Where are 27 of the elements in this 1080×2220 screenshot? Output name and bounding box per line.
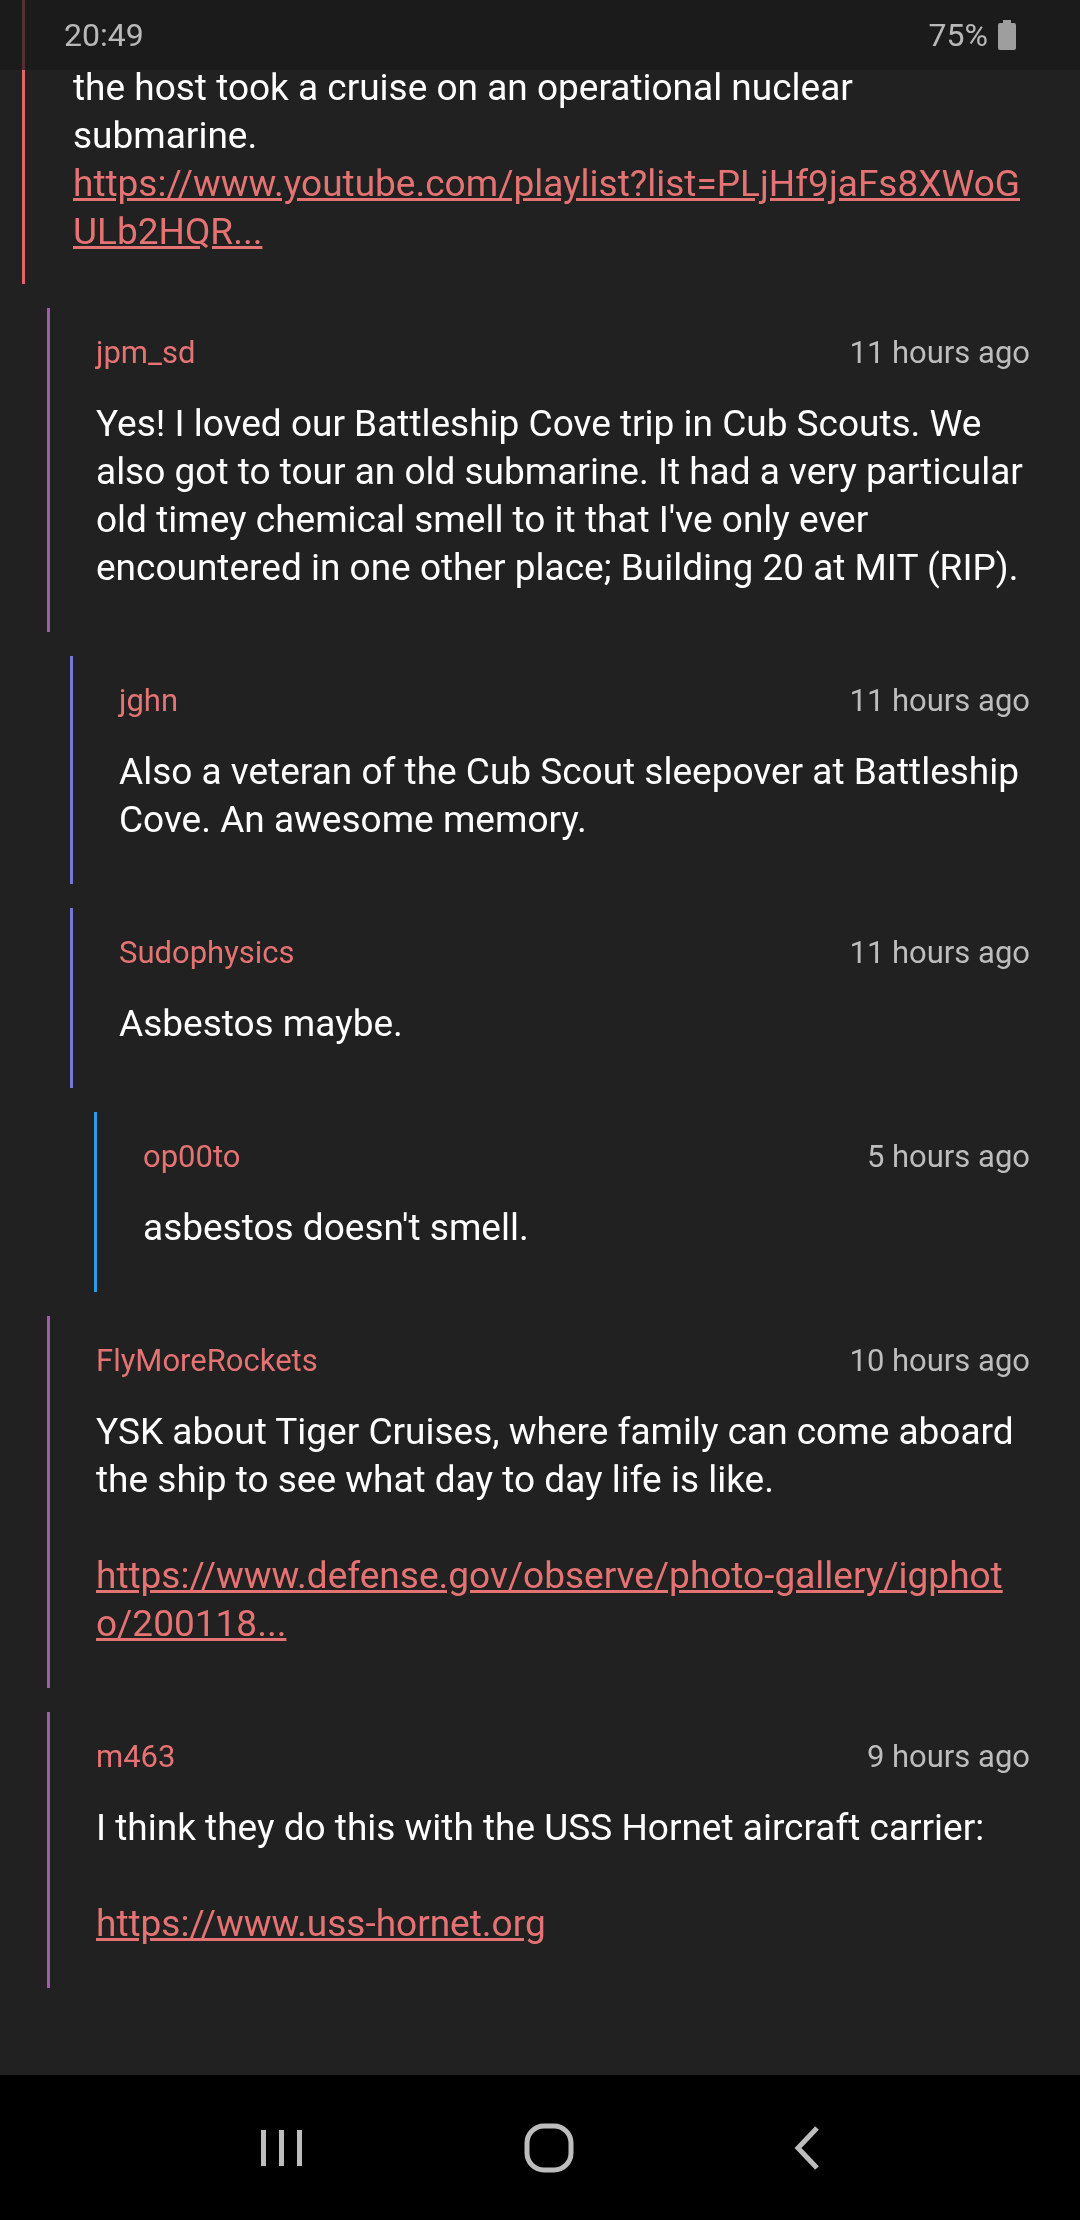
username-link[interactable]: jpm_sd xyxy=(96,332,196,374)
timestamp: 5 hours ago xyxy=(866,1137,1030,1177)
comment-text: Yes! I loved our Battleship Cove trip in Cub Scouts. We also got to tour an old submarine. It had a very particular old timey chemical smell to it that I've only ever encountered in one other place; Building 20 at MIT (RIP). xyxy=(96,401,1024,591)
comment-text: YSK about Tiger Cruises, where family can come aboard the ship to see what day to day life is like. xyxy=(96,1409,1015,1503)
comment-text: Also a veteran of the Cub Scout sleepover at Battleship Cove. An awesome memory. xyxy=(119,749,1020,843)
url-link[interactable]: https://www.youtube.com/playlist?list=PLjHf9jaFs8XWoGULb2HQR... xyxy=(73,160,1030,256)
url-link[interactable]: https://www.uss-hornet.org xyxy=(96,1900,1030,1948)
comment-text: the host took a cruise on an operational nuclear submarine. xyxy=(73,65,854,159)
url-link[interactable]: https://www.defense.gov/observe/photo-gallery/igphoto/200118... xyxy=(96,1552,1030,1648)
comment-text: asbestos doesn't smell. xyxy=(143,1205,530,1251)
username-link[interactable]: jghn xyxy=(119,680,179,722)
username-link[interactable]: op00to xyxy=(143,1136,241,1178)
username-link[interactable]: Sudophysics xyxy=(119,932,295,974)
username-link[interactable]: m463 xyxy=(96,1736,176,1778)
timestamp: 9 hours ago xyxy=(866,1737,1030,1777)
status-time: 20:49 xyxy=(64,15,144,56)
battery-percent: 75% xyxy=(928,15,988,56)
timestamp: 11 hours ago xyxy=(849,933,1030,973)
comment-text: I think they do this with the USS Hornet aircraft carrier: xyxy=(96,1805,986,1851)
timestamp: 10 hours ago xyxy=(849,1341,1030,1381)
home-icon[interactable] xyxy=(524,2122,574,2173)
timestamp: 11 hours ago xyxy=(849,681,1030,721)
comment-text: Asbestos maybe. xyxy=(119,1001,404,1047)
back-icon[interactable] xyxy=(792,2124,821,2171)
battery-icon xyxy=(998,20,1016,50)
timestamp: 11 hours ago xyxy=(849,333,1030,373)
username-link[interactable]: FlyMoreRockets xyxy=(96,1340,318,1382)
